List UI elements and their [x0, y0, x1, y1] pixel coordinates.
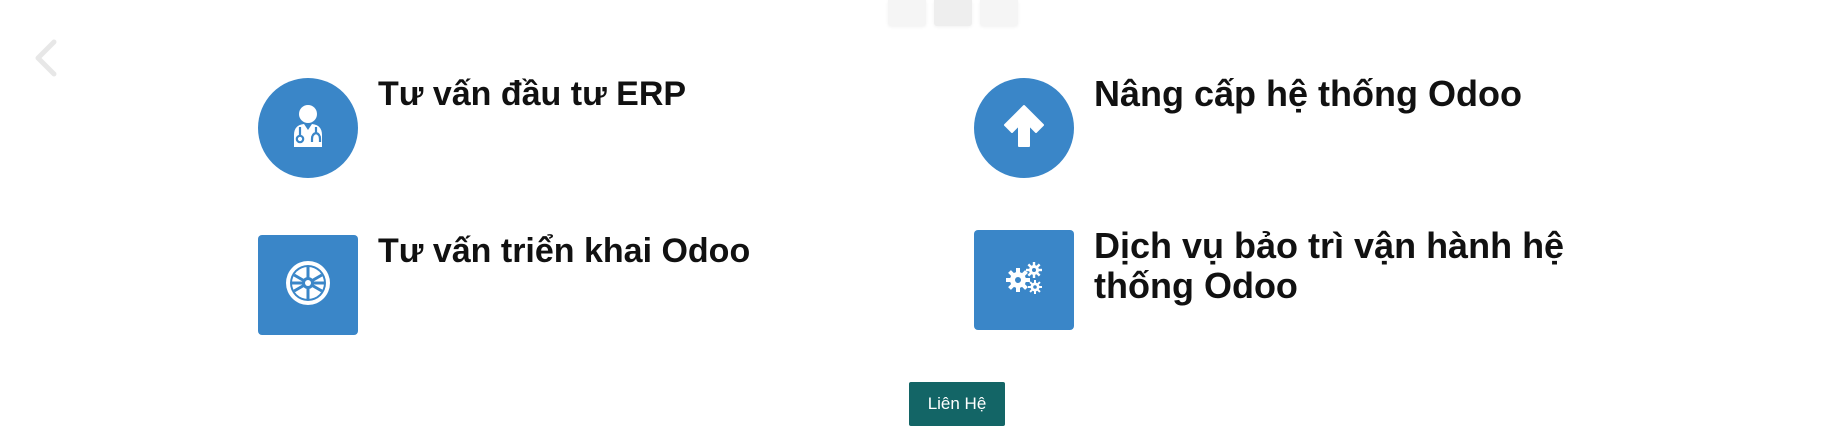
service-title: Tư vấn đầu tư ERP — [378, 75, 687, 113]
carousel-indicators — [888, 0, 1018, 28]
doctor-icon — [286, 103, 330, 154]
carousel-indicator-active[interactable] — [934, 0, 972, 26]
chevron-left-icon[interactable] — [30, 36, 66, 80]
carousel-indicator[interactable] — [980, 0, 1018, 26]
carousel-indicator[interactable] — [888, 0, 926, 26]
service-item-odoo-upgrade: Nâng cấp hệ thống Odoo — [974, 74, 1522, 178]
contact-button[interactable]: Liên Hệ — [909, 382, 1005, 426]
gears-icon — [1004, 260, 1044, 301]
service-icon-circle — [258, 78, 358, 178]
service-icon-circle — [974, 78, 1074, 178]
service-item-erp-consulting: Tư vấn đầu tư ERP — [258, 75, 686, 178]
service-item-odoo-implementation: Tư vấn triển khai Odoo — [258, 232, 750, 335]
service-title: Dịch vụ bảo trì vận hành hệ thống Odoo — [1094, 225, 1565, 306]
service-title: Nâng cấp hệ thống Odoo — [1094, 73, 1522, 114]
imperial-emblem-icon — [284, 259, 332, 312]
arrow-up-icon — [1002, 103, 1046, 154]
services-section: Tư vấn đầu tư ERP Nâng cấp hệ thống Odoo — [0, 0, 1827, 432]
service-title: Tư vấn triển khai Odoo — [378, 232, 751, 270]
service-icon-square — [974, 230, 1074, 330]
service-item-odoo-maintenance: Dịch vụ bảo trì vận hành hệ thống Odoo — [974, 226, 1614, 330]
service-icon-square — [258, 235, 358, 335]
